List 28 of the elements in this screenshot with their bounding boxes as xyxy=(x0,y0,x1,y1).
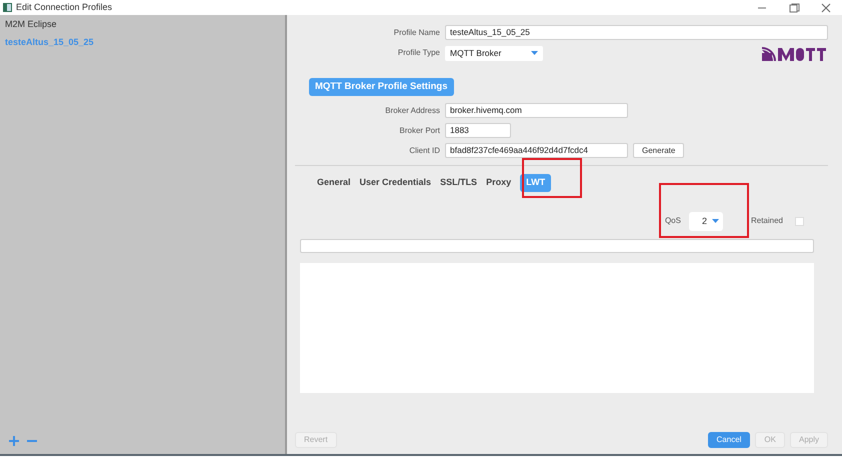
tab[interactable]: General xyxy=(317,174,351,192)
input-field[interactable]: 1883 xyxy=(445,123,511,138)
profile-type-dropdown[interactable]: MQTT Broker xyxy=(445,46,543,60)
caret-icon xyxy=(712,219,719,224)
add-icon[interactable] xyxy=(9,436,19,446)
highlight-frame xyxy=(522,158,582,198)
input-field[interactable]: bfad8f237cfe469aa446f92d4d7fcdc4 xyxy=(445,143,628,158)
field-label: Profile Name xyxy=(392,26,440,38)
app-icon xyxy=(3,3,12,12)
field-label: Client ID xyxy=(408,144,440,157)
field-label: Broker Port xyxy=(398,124,440,137)
sidebar-item[interactable]: M2M Eclipse xyxy=(5,17,280,34)
retained-checkbox[interactable] xyxy=(795,216,804,226)
field-label: QoS xyxy=(664,215,681,228)
logo-icon xyxy=(762,45,828,61)
caret-icon xyxy=(531,51,538,55)
input-field[interactable]: testeAltus_15_05_25 xyxy=(445,25,828,40)
tab[interactable]: Proxy xyxy=(486,174,512,192)
field-label: Retained xyxy=(750,215,783,228)
field-label: Profile Type xyxy=(396,47,440,59)
tab[interactable]: User Credentials xyxy=(360,174,432,192)
topic-field[interactable] xyxy=(300,238,814,253)
window-title: Edit Connection Profiles xyxy=(16,0,112,14)
input-field[interactable]: broker.hivemq.com xyxy=(445,103,628,118)
tab[interactable]: SSL/TLS xyxy=(440,174,478,192)
field-label: Broker Address xyxy=(384,104,440,117)
generate-button[interactable]: Generate xyxy=(633,143,684,158)
qos-dropdown[interactable]: 2 xyxy=(688,212,723,231)
